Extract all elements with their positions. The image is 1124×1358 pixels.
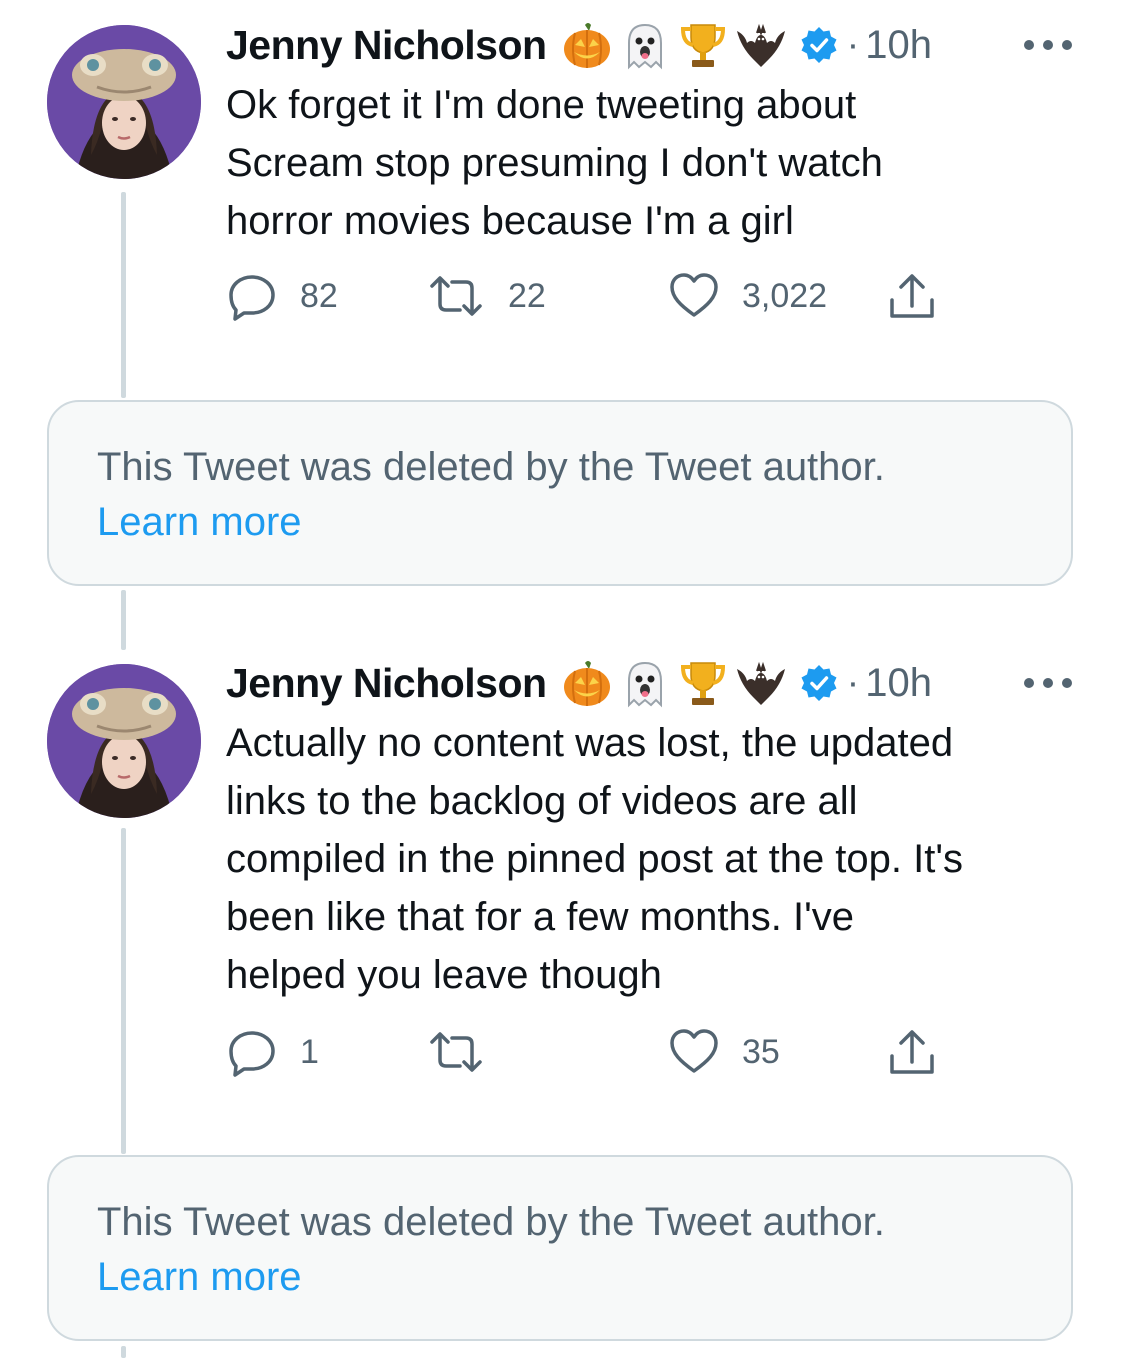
more-options-icon[interactable] xyxy=(1024,676,1072,690)
more-options-icon[interactable] xyxy=(1024,38,1072,52)
tweet-text-line: Ok forget it I'm done tweeting about xyxy=(226,83,857,127)
reply-icon xyxy=(229,275,275,321)
ghost-icon xyxy=(627,23,662,70)
bat-icon xyxy=(736,23,785,67)
heart-icon xyxy=(670,273,718,317)
avatar[interactable] xyxy=(47,25,201,179)
like-count: 35 xyxy=(742,1032,780,1071)
like-count: 3,022 xyxy=(742,276,828,315)
tweet[interactable]: Jenny Nicholson xyxy=(0,0,1124,400)
author-name[interactable]: Jenny Nicholson xyxy=(226,660,547,707)
author-name[interactable]: Jenny Nicholson xyxy=(226,22,547,69)
tweet[interactable]: Jenny Nicholson xyxy=(0,640,1124,1155)
deleted-tweet-message: This Tweet was deleted by the Tweet auth… xyxy=(97,1200,885,1244)
thread-line xyxy=(121,1346,126,1358)
trophy-icon xyxy=(680,24,725,67)
share-icon xyxy=(890,274,934,318)
jack-o-lantern-icon xyxy=(563,661,610,706)
retweet-icon xyxy=(430,276,482,316)
share-button[interactable] xyxy=(886,270,938,322)
heart-icon xyxy=(670,1029,718,1073)
reply-button[interactable]: 82 xyxy=(226,270,338,322)
emoji-group xyxy=(561,19,787,71)
avatar[interactable] xyxy=(47,664,201,818)
deleted-tweet-message: This Tweet was deleted by the Tweet auth… xyxy=(97,445,885,489)
tweet-text-line: helped you leave though xyxy=(226,953,662,997)
tweet-header: Jenny Nicholson · 10h xyxy=(226,658,932,708)
ghost-icon xyxy=(627,661,662,708)
timestamp[interactable]: 10h xyxy=(865,23,932,68)
tweet-text-line: been like that for a few months. I've xyxy=(226,895,854,939)
like-button[interactable]: 3,022 xyxy=(668,270,827,322)
reply-count: 82 xyxy=(300,276,338,315)
jack-o-lantern-icon xyxy=(563,23,610,68)
verified-badge-icon[interactable] xyxy=(799,663,839,703)
reply-count: 1 xyxy=(300,1032,319,1071)
learn-more-link[interactable]: Learn more xyxy=(97,1250,1023,1305)
emoji-group xyxy=(561,657,787,709)
share-icon xyxy=(890,1030,934,1074)
trophy-icon xyxy=(680,662,725,705)
reply-button[interactable]: 1 xyxy=(226,1026,319,1078)
bat-icon xyxy=(736,661,785,705)
tweet-text: Actually no content was lost, the update… xyxy=(226,714,1096,1004)
retweet-icon xyxy=(430,1032,482,1072)
retweet-button[interactable] xyxy=(426,1026,508,1078)
tweet-header: Jenny Nicholson · 10h xyxy=(226,20,932,70)
tweet-actions: 1 35 xyxy=(226,1026,946,1082)
timestamp[interactable]: 10h xyxy=(865,661,932,706)
tweet-text-line: horror movies because I'm a girl xyxy=(226,199,794,243)
deleted-tweet-notice: This Tweet was deleted by the Tweet auth… xyxy=(47,1155,1073,1341)
tweet-text-line: Scream stop presuming I don't watch xyxy=(226,141,883,185)
reply-icon xyxy=(229,1031,275,1077)
tweet-text-line: Actually no content was lost, the update… xyxy=(226,721,954,765)
deleted-tweet-notice: This Tweet was deleted by the Tweet auth… xyxy=(47,400,1073,586)
separator-dot: · xyxy=(846,661,860,704)
tweet-text-line: compiled in the pinned post at the top. … xyxy=(226,837,963,881)
tweet-text-line: links to the backlog of videos are all xyxy=(226,779,858,823)
retweet-button[interactable]: 22 xyxy=(426,270,546,322)
like-button[interactable]: 35 xyxy=(668,1026,780,1078)
tweet-actions: 82 22 3,022 xyxy=(226,270,946,326)
share-button[interactable] xyxy=(886,1026,938,1078)
retweet-count: 22 xyxy=(508,276,546,315)
verified-badge-icon[interactable] xyxy=(799,25,839,65)
separator-dot: · xyxy=(846,23,860,66)
learn-more-link[interactable]: Learn more xyxy=(97,495,1023,550)
tweet-text: Ok forget it I'm done tweeting about Scr… xyxy=(226,76,1096,250)
